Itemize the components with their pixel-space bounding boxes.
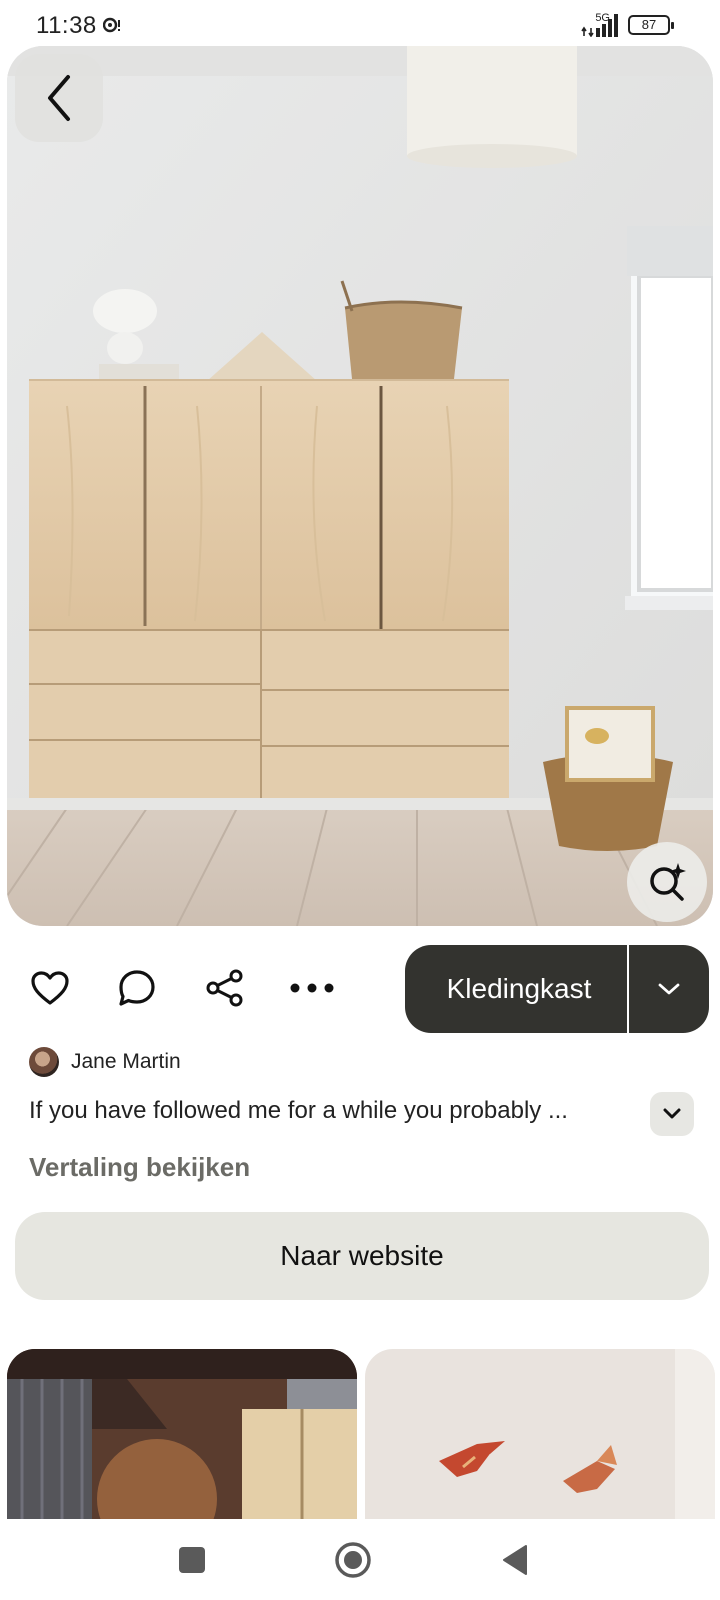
heart-icon: [31, 971, 69, 1005]
share-icon: [206, 969, 243, 1007]
like-button[interactable]: [25, 963, 75, 1013]
save-to-board-control: Kledingkast: [405, 945, 709, 1033]
back-button[interactable]: [15, 54, 103, 142]
recent-apps-button[interactable]: [169, 1537, 215, 1583]
related-pin[interactable]: [365, 1349, 715, 1519]
visual-search-button[interactable]: [627, 842, 707, 922]
author-name[interactable]: Jane Martin: [71, 1050, 181, 1074]
status-time: 11:38: [36, 12, 97, 39]
more-icon: [290, 983, 334, 993]
visual-search-icon: [650, 863, 686, 901]
system-back-button[interactable]: [492, 1537, 538, 1583]
home-button[interactable]: [330, 1537, 376, 1583]
board-select-button[interactable]: Kledingkast: [405, 945, 627, 1033]
home-circle-icon: [335, 1542, 371, 1578]
signal-icon: [581, 14, 618, 37]
pin-photo: [7, 46, 713, 926]
notification-icon: [103, 17, 120, 33]
translate-link[interactable]: Vertaling bekijken: [29, 1152, 250, 1183]
chevron-down-icon: [658, 983, 680, 995]
board-dropdown-button[interactable]: [629, 945, 709, 1033]
comment-icon: [119, 970, 155, 1006]
triangle-back-icon: [503, 1545, 527, 1575]
pin-action-bar: Kledingkast: [0, 943, 720, 1035]
avatar[interactable]: [29, 1047, 59, 1077]
author-row[interactable]: Jane Martin: [29, 1046, 181, 1078]
battery-level: 87: [641, 17, 657, 32]
chevron-down-icon: [663, 1108, 681, 1119]
chevron-left-icon: [48, 75, 70, 121]
comment-button[interactable]: [112, 963, 162, 1013]
square-icon: [179, 1547, 205, 1573]
more-options-button[interactable]: [287, 963, 337, 1013]
related-pin-image: [7, 1349, 357, 1519]
pin-image[interactable]: [7, 46, 713, 926]
share-button[interactable]: [200, 963, 250, 1013]
expand-description-button[interactable]: [650, 1092, 694, 1136]
battery-indicator: 87: [628, 15, 674, 35]
system-nav-bar: [0, 1519, 720, 1600]
visit-website-button[interactable]: Naar website: [15, 1212, 709, 1300]
pin-description: If you have followed me for a while you …: [29, 1097, 568, 1124]
related-pin-image: [365, 1349, 715, 1519]
status-bar: 11:38 5G 87: [0, 0, 720, 48]
related-pin[interactable]: [7, 1349, 357, 1519]
